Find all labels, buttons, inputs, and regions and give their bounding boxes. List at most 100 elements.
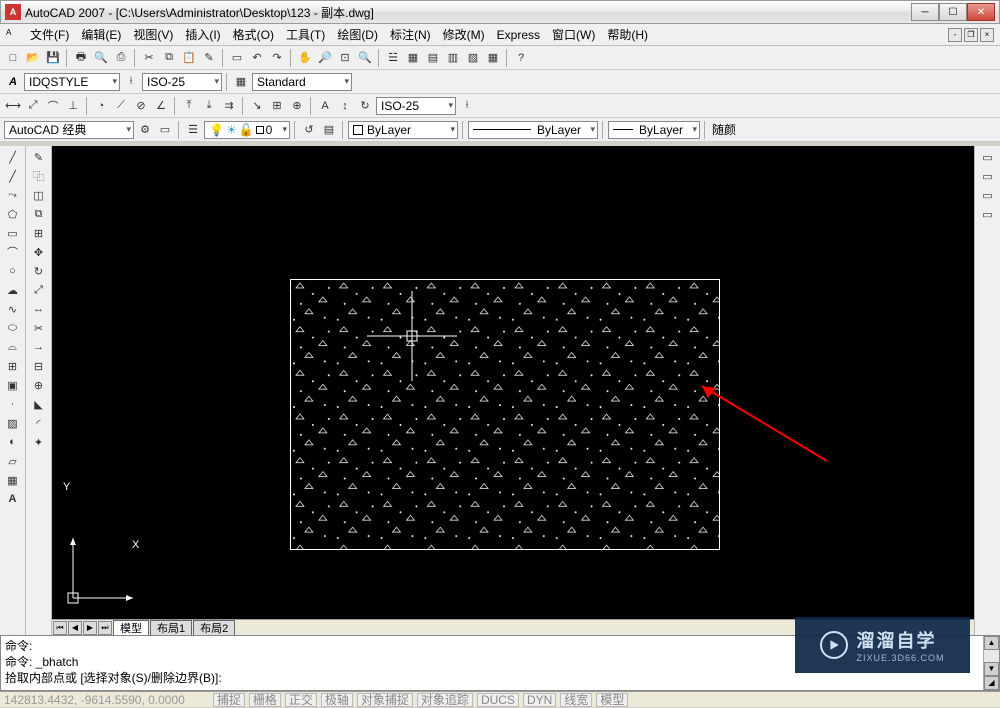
menu-modify[interactable]: 修改(M) [437,24,491,45]
new-icon[interactable]: □ [4,49,22,67]
dim-ordinate-icon[interactable]: ⊥ [64,97,82,115]
ellipse-icon[interactable]: ⬭ [3,319,23,337]
dim-quick-icon[interactable]: ⤒ [180,97,198,115]
ellipse-arc-icon[interactable]: ⌓ [3,338,23,356]
dim-jogged-icon[interactable]: ⟋ [112,97,130,115]
tab-model[interactable]: 模型 [113,620,149,635]
mdi-restore[interactable]: ❐ [964,28,978,42]
table-icon[interactable]: ▦ [3,471,23,489]
tab-first[interactable]: ⏮ [53,621,67,635]
polygon-icon[interactable]: ⬠ [3,205,23,223]
stretch-icon[interactable]: ↔ [29,300,49,318]
dimstyle2-combo[interactable]: ISO-25 [376,97,456,115]
tab-next[interactable]: ▶ [83,621,97,635]
dim-edit-icon[interactable]: A [316,97,334,115]
menu-insert[interactable]: 插入(I) [179,24,226,45]
status-dyn[interactable]: DYN [523,693,556,707]
menu-format[interactable]: 格式(O) [227,24,280,45]
dim-aligned-icon[interactable]: ⤢ [24,97,42,115]
spline-icon[interactable]: ∿ [3,300,23,318]
tab-last[interactable]: ⏭ [98,621,112,635]
menu-tools[interactable]: 工具(T) [280,24,331,45]
point-icon[interactable]: · [3,395,23,413]
extend-icon[interactable]: → [29,338,49,356]
tab-prev[interactable]: ◀ [68,621,82,635]
scroll-down-icon[interactable]: ▼ [984,662,999,676]
offset-icon[interactable]: ⧉ [29,205,49,223]
hatch-icon[interactable]: ▨ [3,414,23,432]
menu-file[interactable]: 文件(F) [24,24,75,45]
layer-prev-icon[interactable]: ↺ [300,121,318,139]
redo-icon[interactable]: ↷ [268,49,286,67]
layer-combo[interactable]: 💡 ☀ 🔓 0 [204,121,290,139]
dim-baseline-icon[interactable]: ⤓ [200,97,218,115]
calc-icon[interactable]: ▦ [484,49,502,67]
workspace-settings-icon[interactable]: ⚙ [136,121,154,139]
status-ducs[interactable]: DUCS [477,693,519,707]
line-icon[interactable]: ╱ [3,148,23,166]
open-icon[interactable]: 📂 [24,49,42,67]
zoom-rt-icon[interactable]: 🔎 [316,49,334,67]
dim-center-icon[interactable]: ⊕ [288,97,306,115]
rectangle-icon[interactable]: ▭ [3,224,23,242]
match-icon[interactable]: ✎ [200,49,218,67]
dim-update-icon[interactable]: ↻ [356,97,374,115]
properties-icon[interactable]: ☱ [384,49,402,67]
dim-continue-icon[interactable]: ⇉ [220,97,238,115]
chamfer-icon[interactable]: ◣ [29,395,49,413]
dim-tolerance-icon[interactable]: ⊞ [268,97,286,115]
menu-dimension[interactable]: 标注(N) [384,24,437,45]
menu-window[interactable]: 窗口(W) [546,24,601,45]
workspace-save-icon[interactable]: ▭ [156,121,174,139]
r-icon-3[interactable]: ▭ [978,186,998,204]
dim-angular-icon[interactable]: ∠ [152,97,170,115]
move-icon[interactable]: ✥ [29,243,49,261]
circle-icon[interactable]: ○ [3,262,23,280]
scale-icon[interactable]: ⤢ [29,281,49,299]
dim-tedit-icon[interactable]: ↕ [336,97,354,115]
insert-block-icon[interactable]: ⊞ [3,357,23,375]
xline-icon[interactable]: ╱ [3,167,23,185]
tool-palette-icon[interactable]: ▤ [424,49,442,67]
dimstyle-combo[interactable]: ISO-25 [142,73,222,91]
tablestyle-combo[interactable]: Standard [252,73,352,91]
save-icon[interactable]: 💾 [44,49,62,67]
color-combo[interactable]: ByLayer [348,121,458,139]
cut-icon[interactable]: ✂ [140,49,158,67]
dim-linear-icon[interactable]: ⟷ [4,97,22,115]
dim-diameter-icon[interactable]: ⊘ [132,97,150,115]
layer-props-icon[interactable]: ☰ [184,121,202,139]
make-block-icon[interactable]: ▣ [3,376,23,394]
erase-icon[interactable]: ✎ [29,148,49,166]
block-icon[interactable]: ▭ [228,49,246,67]
close-button[interactable]: ✕ [967,3,995,21]
pan-icon[interactable]: ✋ [296,49,314,67]
preview-icon[interactable]: 🔍 [92,49,110,67]
status-ortho[interactable]: 正交 [285,693,317,707]
trim-icon[interactable]: ✂ [29,319,49,337]
zoom-prev-icon[interactable]: 🔍 [356,49,374,67]
help-icon[interactable]: ? [512,49,530,67]
dim-arc-icon[interactable]: ⌒ [44,97,62,115]
tab-layout1[interactable]: 布局1 [150,620,192,635]
cmd-scrollbar[interactable]: ▲ ▼ ◢ [983,636,999,690]
status-lwt[interactable]: 线宽 [560,693,592,707]
status-otrack[interactable]: 对象追踪 [417,693,473,707]
status-osnap[interactable]: 对象捕捉 [357,693,413,707]
menu-view[interactable]: 视图(V) [127,24,179,45]
arc-icon[interactable]: ⌒ [3,243,23,261]
textstyle-combo[interactable]: IDQSTYLE [24,73,120,91]
dcenter-icon[interactable]: ▦ [404,49,422,67]
break-icon[interactable]: ⊟ [29,357,49,375]
publish-icon[interactable]: ⎙ [112,49,130,67]
lineweight-combo[interactable]: ByLayer [608,121,700,139]
explode-icon[interactable]: ✦ [29,433,49,451]
region-icon[interactable]: ▱ [3,452,23,470]
scroll-up-icon[interactable]: ▲ [984,636,999,650]
pline-icon[interactable]: ⤳ [3,186,23,204]
scroll-grip-icon[interactable]: ◢ [984,676,999,690]
gradient-icon[interactable]: ◐ [3,433,23,451]
r-icon-2[interactable]: ▭ [978,167,998,185]
rotate-icon[interactable]: ↻ [29,262,49,280]
dim-leader-icon[interactable]: ↘ [248,97,266,115]
